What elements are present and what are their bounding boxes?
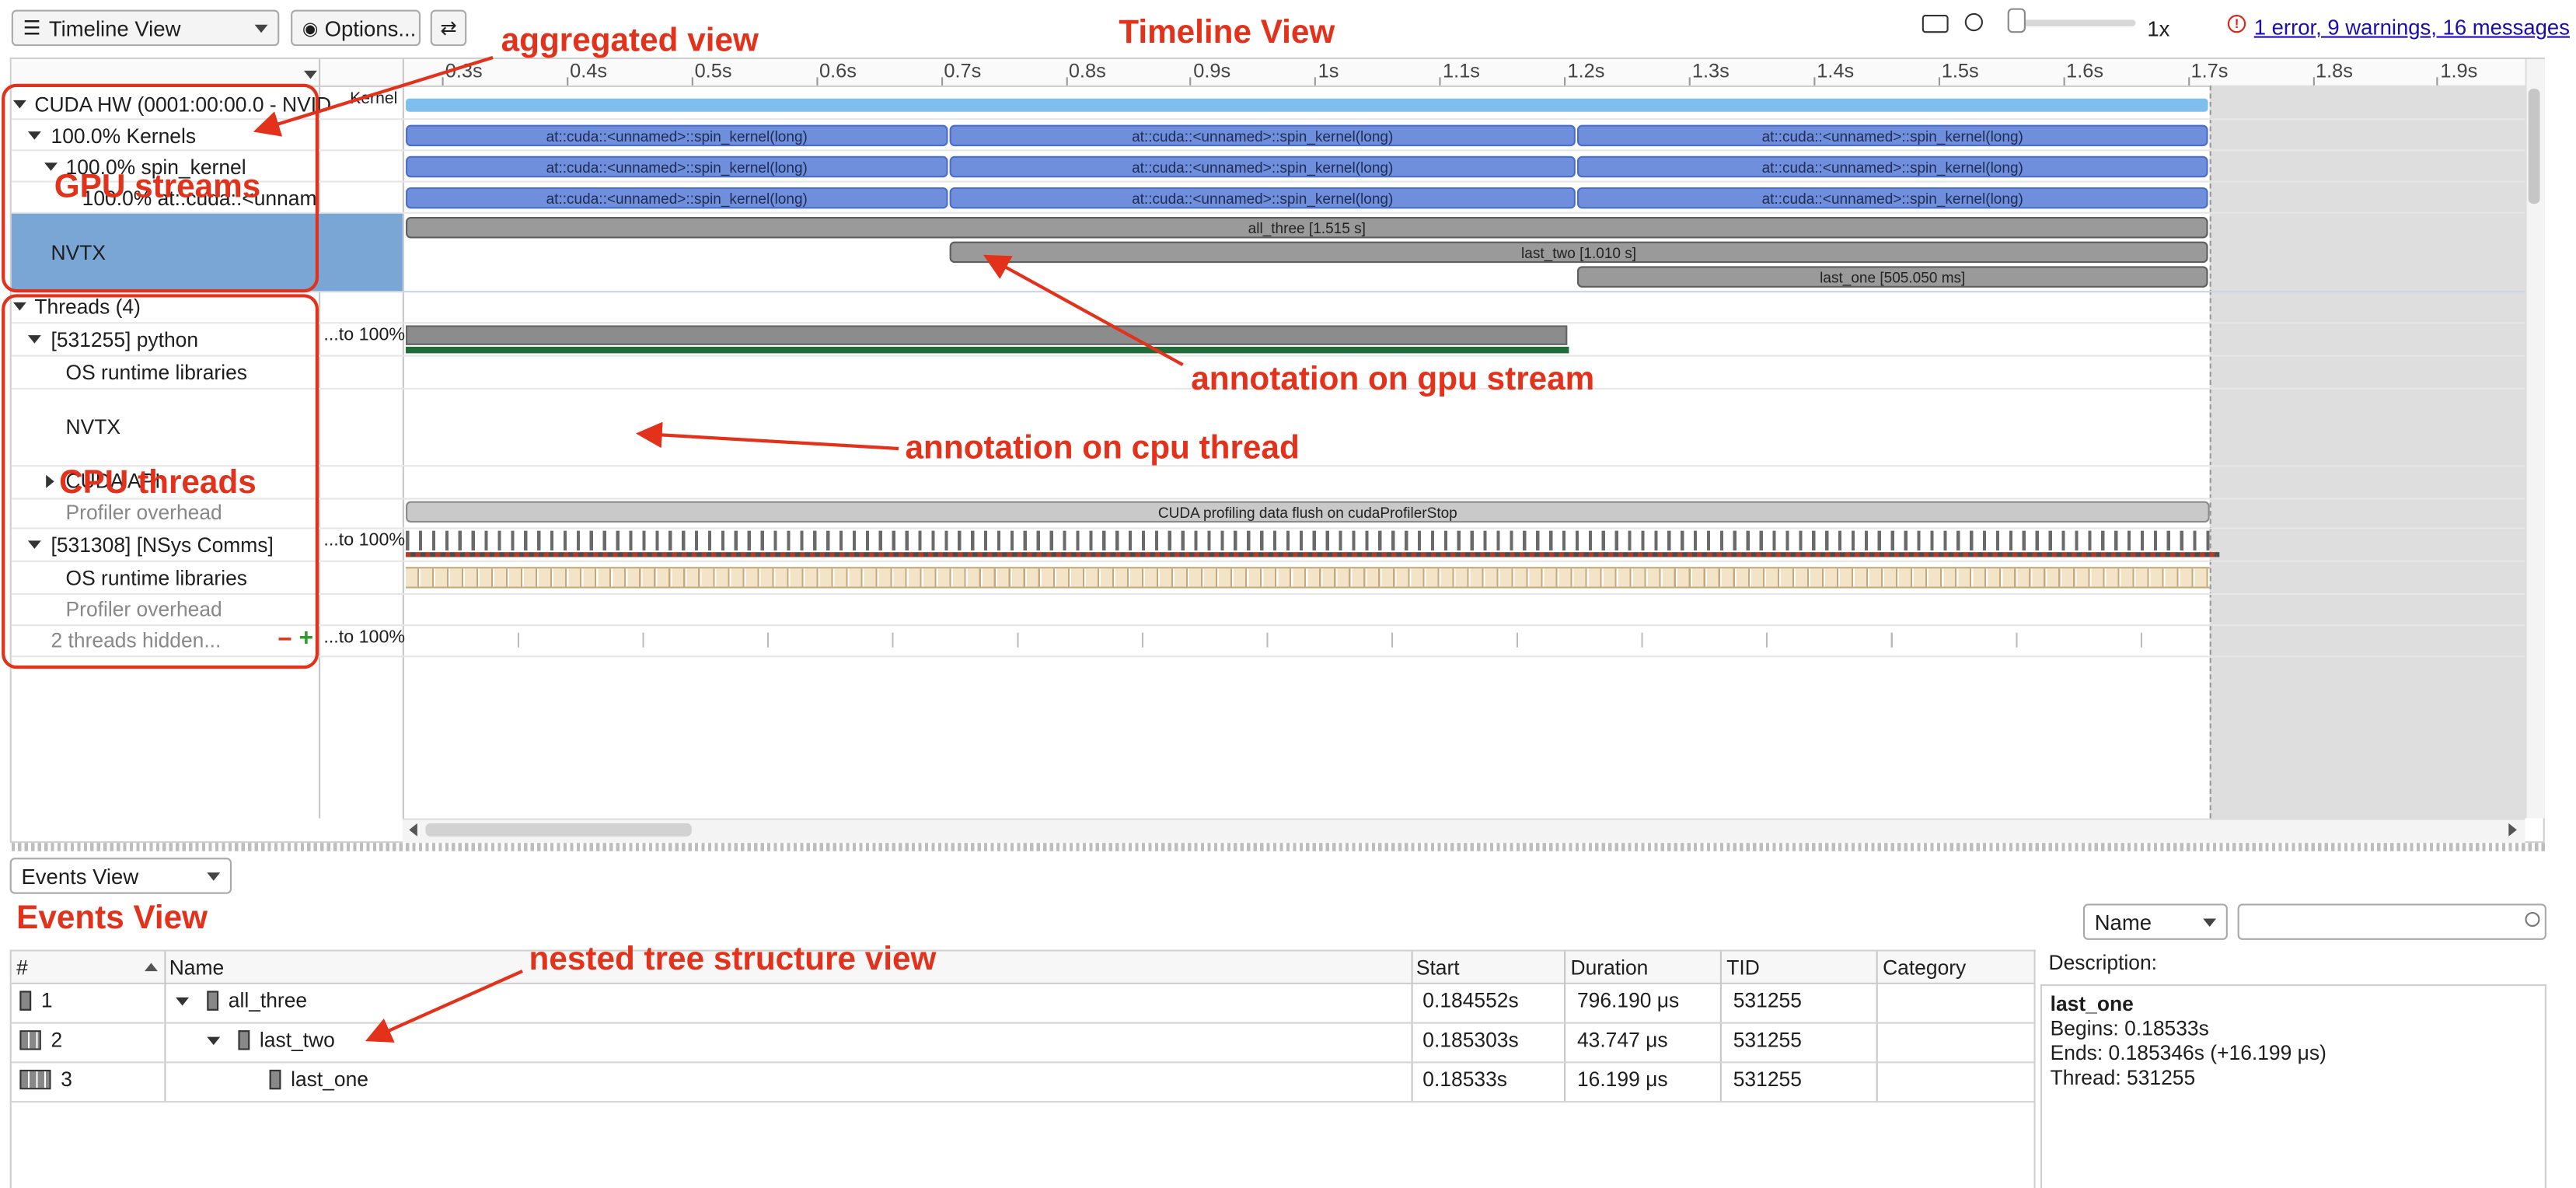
arrow-cpu-annotation bbox=[635, 421, 899, 451]
annotation-arrows bbox=[253, 55, 1184, 1043]
arrow-nested-tree bbox=[365, 970, 523, 1043]
app-root: ☰ Timeline View ◉ Options... ⇄ 1x ! 1 er… bbox=[0, 0, 2576, 1188]
arrow-aggregated bbox=[253, 55, 494, 137]
arrow-gpu-annotation bbox=[983, 254, 1184, 367]
